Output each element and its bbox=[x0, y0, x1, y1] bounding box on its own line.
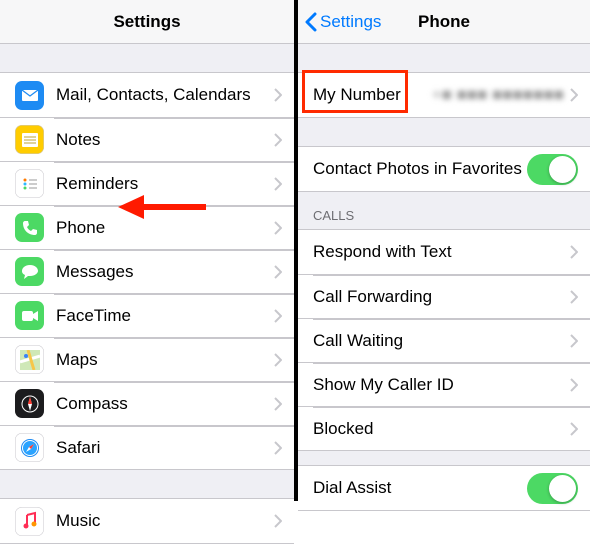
chevron-right-icon bbox=[274, 309, 282, 323]
my-number-label: My Number bbox=[313, 85, 432, 105]
row-label: FaceTime bbox=[56, 306, 274, 326]
settings-row-music[interactable]: Music bbox=[0, 499, 294, 543]
dial-assist-switch[interactable] bbox=[527, 473, 578, 504]
row-label: Maps bbox=[56, 350, 274, 370]
settings-row-reminders[interactable]: Reminders bbox=[0, 161, 294, 205]
row-label: Blocked bbox=[313, 419, 570, 439]
chevron-right-icon bbox=[274, 221, 282, 235]
settings-row-mail[interactable]: Mail, Contacts, Calendars bbox=[0, 73, 294, 117]
nav-title-right: Phone bbox=[418, 12, 470, 32]
contact-photos-switch[interactable] bbox=[527, 154, 578, 185]
maps-icon bbox=[15, 345, 44, 374]
contact-photos-label: Contact Photos in Favorites bbox=[313, 159, 527, 179]
facetime-icon bbox=[15, 301, 44, 330]
row-label: Reminders bbox=[56, 174, 274, 194]
music-icon bbox=[15, 507, 44, 536]
row-label: Call Waiting bbox=[313, 331, 570, 351]
back-button[interactable]: Settings bbox=[304, 0, 381, 43]
chevron-right-icon bbox=[274, 177, 282, 191]
settings-row-compass[interactable]: Compass bbox=[0, 381, 294, 425]
contact-photos-row[interactable]: Contact Photos in Favorites bbox=[298, 147, 590, 191]
row-label: Compass bbox=[56, 394, 274, 414]
settings-row-facetime[interactable]: FaceTime bbox=[0, 293, 294, 337]
chevron-right-icon bbox=[570, 378, 578, 392]
dial-assist-label: Dial Assist bbox=[313, 478, 527, 498]
row-label: Respond with Text bbox=[313, 242, 570, 262]
chevron-right-icon bbox=[570, 290, 578, 304]
chevron-right-icon bbox=[570, 334, 578, 348]
row-label: Call Forwarding bbox=[313, 287, 570, 307]
dial-assist-row[interactable]: Dial Assist bbox=[298, 466, 590, 510]
chevron-right-icon bbox=[570, 422, 578, 436]
chevron-right-icon bbox=[274, 353, 282, 367]
row-label: Phone bbox=[56, 218, 274, 238]
messages-icon bbox=[15, 257, 44, 286]
phone-settings-pane: Settings Phone My Number +■ ■■■ ■■■■■■■ … bbox=[298, 0, 590, 501]
calls-row-call-forwarding[interactable]: Call Forwarding bbox=[298, 274, 590, 318]
chevron-right-icon bbox=[274, 265, 282, 279]
settings-pane: Settings Mail, Contacts, Calendars Notes R… bbox=[0, 0, 294, 501]
nav-title-left: Settings bbox=[113, 12, 180, 32]
row-label: Music bbox=[56, 511, 274, 531]
chevron-right-icon bbox=[570, 88, 578, 102]
chevron-right-icon bbox=[274, 514, 282, 528]
settings-row-phone[interactable]: Phone bbox=[0, 205, 294, 249]
safari-icon bbox=[15, 433, 44, 462]
my-number-row[interactable]: My Number +■ ■■■ ■■■■■■■ bbox=[298, 73, 590, 117]
row-label: Notes bbox=[56, 130, 274, 150]
back-label: Settings bbox=[320, 12, 381, 32]
calls-row-call-waiting[interactable]: Call Waiting bbox=[298, 318, 590, 362]
my-number-value: +■ ■■■ ■■■■■■■ bbox=[432, 85, 564, 105]
chevron-right-icon bbox=[274, 397, 282, 411]
settings-row-messages[interactable]: Messages bbox=[0, 249, 294, 293]
chevron-right-icon bbox=[274, 88, 282, 102]
chevron-right-icon bbox=[274, 133, 282, 147]
row-label: Show My Caller ID bbox=[313, 375, 570, 395]
settings-row-safari[interactable]: Safari bbox=[0, 425, 294, 469]
calls-row-show-my-caller-id[interactable]: Show My Caller ID bbox=[298, 362, 590, 406]
calls-row-blocked[interactable]: Blocked bbox=[298, 406, 590, 450]
settings-row-notes[interactable]: Notes bbox=[0, 117, 294, 161]
compass-icon bbox=[15, 389, 44, 418]
calls-header: CALLS bbox=[298, 192, 590, 229]
settings-row-maps[interactable]: Maps bbox=[0, 337, 294, 381]
reminders-icon bbox=[15, 169, 44, 198]
row-label: Mail, Contacts, Calendars bbox=[56, 85, 274, 105]
mail-icon bbox=[15, 81, 44, 110]
navbar-left: Settings bbox=[0, 0, 294, 44]
row-label: Safari bbox=[56, 438, 274, 458]
notes-icon bbox=[15, 125, 44, 154]
navbar-right: Settings Phone bbox=[298, 0, 590, 44]
calls-row-respond-with-text[interactable]: Respond with Text bbox=[298, 230, 590, 274]
row-label: Messages bbox=[56, 262, 274, 282]
chevron-right-icon bbox=[570, 245, 578, 259]
chevron-right-icon bbox=[274, 441, 282, 455]
phone-icon bbox=[15, 213, 44, 242]
